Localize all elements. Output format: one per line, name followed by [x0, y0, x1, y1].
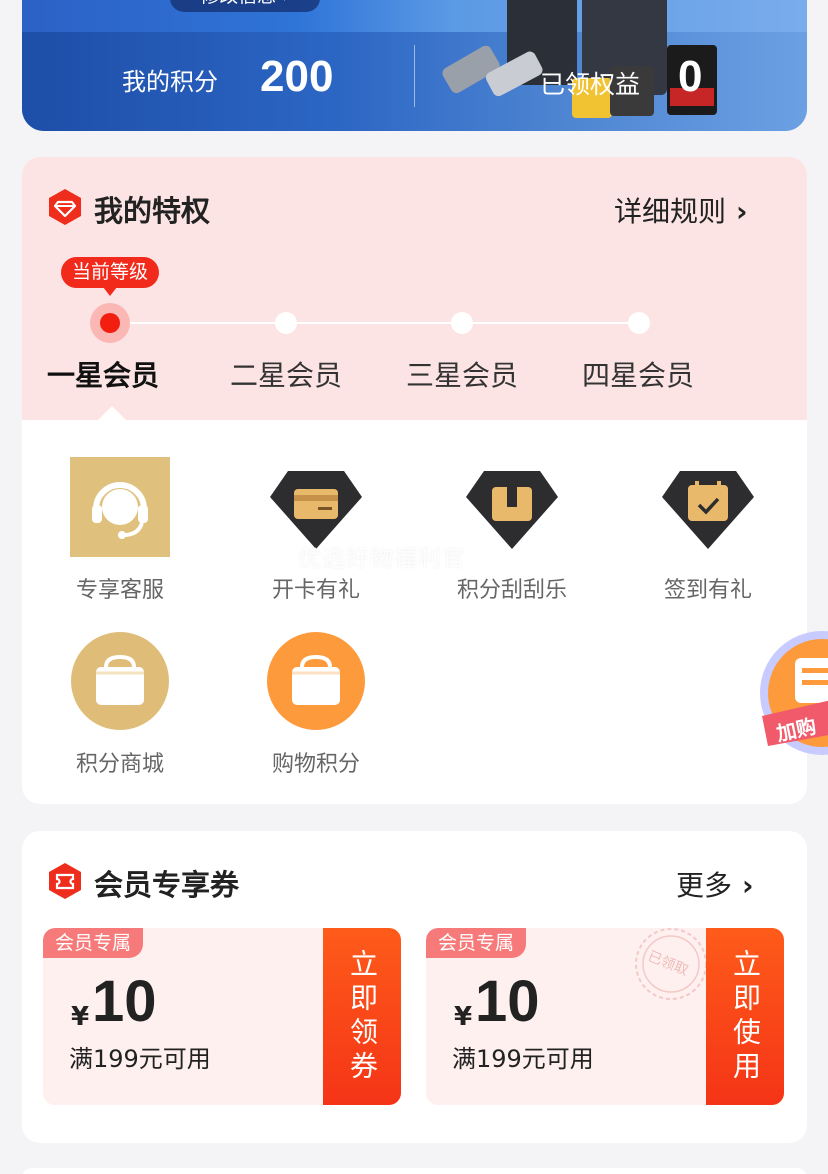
coupon-condition: 满199元可用 [452, 1045, 594, 1073]
shopping-bag-icon [70, 631, 170, 731]
privilege-checkin-gift[interactable]: 签到有礼 [633, 457, 783, 604]
gift-box-icon [462, 457, 562, 557]
privilege-card-gift[interactable]: 开卡有礼 [241, 457, 391, 604]
chevron-right-icon: › [736, 195, 748, 228]
shopping-bag-icon [266, 631, 366, 731]
my-points-value[interactable]: 200 [260, 52, 333, 102]
level-3-star[interactable]: 三星会员 [406, 354, 518, 394]
level-dot-3[interactable] [451, 312, 473, 334]
level-2-star[interactable]: 二星会员 [230, 354, 342, 394]
chevron-right-icon: › [742, 869, 754, 902]
detailed-rules-link[interactable]: 详细规则 › [614, 190, 748, 230]
detailed-rules-label: 详细规则 [614, 195, 727, 228]
privileges-title: 我的特权 [94, 194, 211, 228]
level-4-star[interactable]: 四星会员 [582, 354, 694, 394]
points-banner: 修改信息 › 我的积分 200 已领权益 0 [22, 0, 807, 131]
coupons-title: 会员专享券 [94, 868, 240, 902]
use-coupon-button[interactable]: 立即使用 [706, 928, 784, 1105]
calendar-check-icon [658, 457, 758, 557]
coupon-badge-icon [49, 863, 81, 899]
edit-info-button[interactable]: 修改信息 › [170, 0, 320, 12]
my-points-label: 我的积分 [122, 68, 218, 96]
privilege-label: 购物积分 [271, 752, 360, 777]
privilege-label: 积分商城 [75, 752, 164, 777]
next-section-card [22, 1168, 807, 1174]
level-header: 我的特权 详细规则 › 当前等级 一星会员 二星会员 三星会员 四星会员 [22, 157, 807, 420]
privilege-exclusive-service[interactable]: 专享客服 [45, 457, 195, 604]
coupon-tag: 会员专属 [426, 928, 527, 958]
member-coupons-card: 会员专享券 更多 › 会员专属 ¥ 10 满199元可用 立即领券 会员专属 已领… [22, 831, 807, 1143]
currency-symbol: ¥ [454, 1002, 473, 1032]
current-level-pointer [98, 406, 126, 420]
privileges-card: 我的特权 详细规则 › 当前等级 一星会员 二星会员 三星会员 四星会员 专享客… [22, 157, 807, 804]
coupon-amount: 10 [475, 969, 540, 1034]
privilege-label: 签到有礼 [663, 578, 752, 603]
level-1-star[interactable]: 一星会员 [47, 354, 159, 394]
privilege-shopping-points[interactable]: 购物积分 [241, 631, 391, 778]
coupon-amount: 10 [92, 969, 157, 1034]
privilege-points-mall[interactable]: 积分商城 [45, 631, 195, 778]
claimed-benefits-label: 已领权益 [540, 70, 641, 99]
diamond-badge-icon [49, 189, 81, 225]
claimed-benefits-value[interactable]: 0 [678, 52, 702, 102]
banner-divider [414, 45, 415, 107]
privilege-label: 专享客服 [75, 578, 164, 603]
privilege-label: 积分刮刮乐 [456, 578, 567, 603]
coupon-tag: 会员专属 [43, 928, 144, 958]
coupon-item: 会员专属 ¥ 10 满199元可用 立即领券 [43, 928, 401, 1105]
headset-icon [70, 457, 170, 557]
watermark-text: 优选好物福利官 [298, 546, 466, 572]
privilege-label: 开卡有礼 [271, 578, 360, 603]
claimed-stamp-label: 已领取 [645, 949, 690, 980]
level-dot-2[interactable] [275, 312, 297, 334]
level-dot-1[interactable] [90, 303, 130, 343]
floating-cart-icon[interactable]: 加购 [760, 628, 828, 758]
claimed-stamp: 已领取 [635, 928, 707, 1000]
more-coupons-label: 更多 [676, 869, 733, 902]
privilege-points-scratch[interactable]: 积分刮刮乐 [437, 457, 587, 604]
level-dot-4[interactable] [628, 312, 650, 334]
more-coupons-link[interactable]: 更多 › [676, 864, 754, 904]
coupon-item: 会员专属 已领取 ¥ 10 满199元可用 立即使用 [426, 928, 784, 1105]
claim-coupon-button[interactable]: 立即领券 [323, 928, 401, 1105]
level-track [110, 322, 640, 324]
coupon-condition: 满199元可用 [69, 1045, 211, 1073]
currency-symbol: ¥ [71, 1002, 90, 1032]
current-level-badge: 当前等级 [61, 257, 159, 296]
